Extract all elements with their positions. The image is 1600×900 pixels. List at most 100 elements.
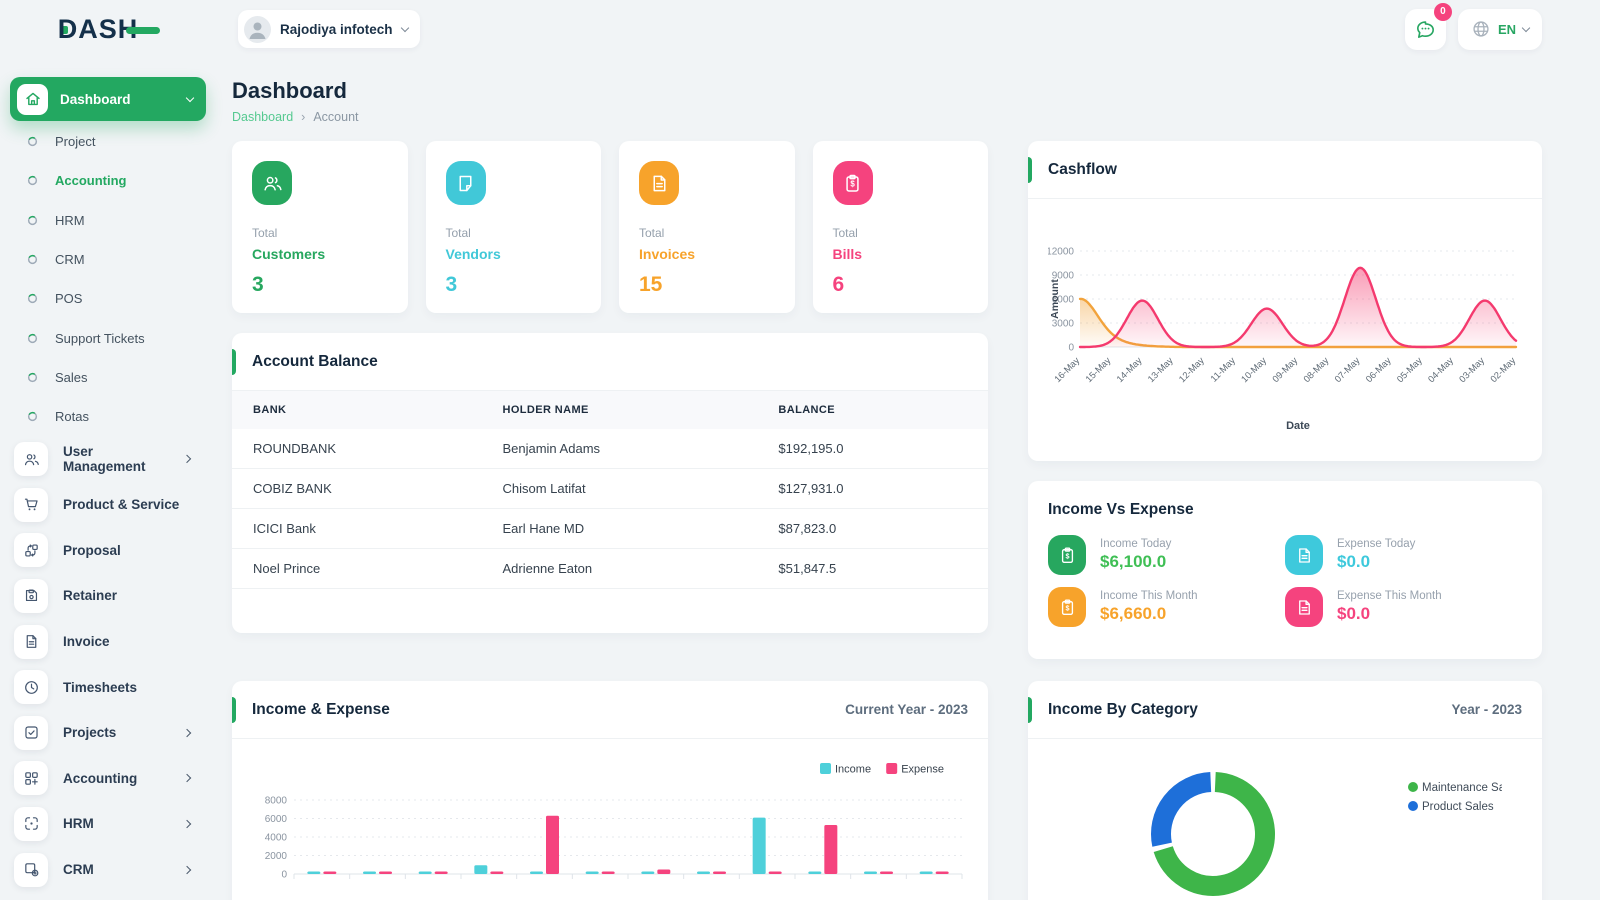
topbar: DASH Rajodiya infotech 0 EN xyxy=(0,0,1600,58)
expense-bar xyxy=(602,872,615,875)
stat-icon-box xyxy=(446,161,486,205)
ive-icon-box xyxy=(1285,535,1323,575)
stat-label: Vendors xyxy=(446,246,582,262)
sidebar-item-user-management[interactable]: User Management xyxy=(0,436,220,482)
cashflow-card: Cashflow 030006000900012000Amount16-May1… xyxy=(1028,141,1542,461)
svg-text:0: 0 xyxy=(281,870,287,881)
stat-label: Customers xyxy=(252,246,388,262)
income-bar xyxy=(697,872,710,875)
messages-button[interactable]: 0 xyxy=(1405,9,1446,50)
chat-icon xyxy=(1414,18,1437,41)
breadcrumb-current: Account xyxy=(313,110,358,124)
table-cell: $127,931.0 xyxy=(757,469,988,509)
svg-text:8000: 8000 xyxy=(265,796,288,807)
sidebar-item-crm[interactable]: CRM xyxy=(0,847,220,893)
expense-bar xyxy=(713,872,726,875)
stat-card-customers: TotalCustomers3 xyxy=(232,141,408,313)
language-selector[interactable]: EN xyxy=(1458,9,1542,50)
expense-bar xyxy=(936,872,949,875)
sidebar-item-timesheets[interactable]: Timesheets xyxy=(0,664,220,710)
sidebar: Dashboard ProjectAccountingHRMCRMPOSSupp… xyxy=(0,58,220,900)
sidebar-subitem-rotas[interactable]: Rotas xyxy=(0,397,220,436)
expense-bar xyxy=(323,872,336,875)
svg-text:$: $ xyxy=(850,179,855,188)
ive-label: Income Today xyxy=(1100,538,1171,550)
svg-text:Expense: Expense xyxy=(901,764,944,776)
svg-text:16-May: 16-May xyxy=(1052,355,1081,384)
sidebar-subitem-label: Support Tickets xyxy=(55,331,145,346)
sidebar-subitem-project[interactable]: Project xyxy=(0,122,220,161)
income-expense-card: Income & Expense Current Year - 2023 Inc… xyxy=(232,681,988,900)
income-expense-bar-chart: IncomeExpense02000400060008000 xyxy=(232,739,988,900)
sidebar-item-invoice[interactable]: Invoice xyxy=(0,619,220,665)
users-icon xyxy=(262,173,283,194)
sidebar-item-projects[interactable]: Projects xyxy=(0,710,220,756)
sidebar-item-label: Product & Service xyxy=(63,497,179,512)
ive-value: $6,100.0 xyxy=(1100,552,1171,572)
stat-value: 3 xyxy=(252,273,388,297)
income-bar xyxy=(753,818,766,874)
sidebar-subitem-support-tickets[interactable]: Support Tickets xyxy=(0,318,220,357)
bullet-donut-icon xyxy=(27,215,38,226)
module-icon-box xyxy=(14,670,48,704)
table-cell: $192,195.0 xyxy=(757,429,988,469)
sidebar-subitem-hrm[interactable]: HRM xyxy=(0,201,220,240)
expense-bar xyxy=(435,872,448,875)
breadcrumb-dashboard-link[interactable]: Dashboard xyxy=(232,110,293,124)
table-cell: Earl Hane MD xyxy=(481,509,757,549)
svg-text:08-May: 08-May xyxy=(1302,355,1331,384)
ive-item-expense-today: Expense Today$0.0 xyxy=(1285,535,1522,575)
stat-card-vendors: TotalVendors3 xyxy=(426,141,602,313)
swap-boxes-icon xyxy=(23,542,40,559)
svg-text:11-May: 11-May xyxy=(1209,355,1238,384)
sidebar-item-label: Timesheets xyxy=(63,680,137,695)
sidebar-subitem-sales[interactable]: Sales xyxy=(0,358,220,397)
ive-icon-box: $ xyxy=(1048,535,1086,575)
sidebar-item-label: Proposal xyxy=(63,543,121,558)
income-bar xyxy=(586,872,599,875)
module-icon-box xyxy=(14,716,48,750)
sidebar-item-label: User Management xyxy=(63,444,169,474)
income-bar xyxy=(530,872,543,875)
stat-top-label: Total xyxy=(639,226,775,240)
svg-text:02-May: 02-May xyxy=(1488,355,1517,384)
expense-bar xyxy=(657,870,670,874)
stat-cards-row: TotalCustomers3TotalVendors3TotalInvoice… xyxy=(232,141,988,313)
table-row: COBIZ BANKChisom Latifat$127,931.0 xyxy=(232,469,988,509)
income-expense-title: Income & Expense xyxy=(252,701,390,719)
main-content: Dashboard Dashboard › Account TotalCusto… xyxy=(220,58,1600,900)
ive-label: Expense Today xyxy=(1337,538,1415,550)
workspace-switcher[interactable]: Rajodiya infotech xyxy=(238,10,420,48)
income-by-category-title: Income By Category xyxy=(1048,701,1198,719)
svg-text:4000: 4000 xyxy=(265,833,288,844)
sidebar-item-product-service[interactable]: Product & Service xyxy=(0,482,220,528)
module-icon-box xyxy=(14,625,48,659)
sidebar-item-accounting[interactable]: Accounting xyxy=(0,756,220,802)
ive-texts: Expense This Month$0.0 xyxy=(1337,590,1442,624)
square-plus-icon xyxy=(23,861,40,878)
table-cell: $87,823.0 xyxy=(757,509,988,549)
sidebar-item-label: Accounting xyxy=(63,771,137,786)
ive-item-expense-this-month: Expense This Month$0.0 xyxy=(1285,587,1522,627)
sidebar-item-proposal[interactable]: Proposal xyxy=(0,528,220,574)
svg-text:Date: Date xyxy=(1286,420,1310,432)
expense-bar xyxy=(379,872,392,875)
page-title: Dashboard xyxy=(232,78,1542,104)
table-cell: ICICI Bank xyxy=(232,509,481,549)
svg-text:13-May: 13-May xyxy=(1146,355,1175,384)
check-square-icon xyxy=(23,724,40,741)
accent-bar xyxy=(1028,697,1032,723)
stat-icon-box xyxy=(639,161,679,205)
sidebar-item-dashboard[interactable]: Dashboard xyxy=(10,77,206,121)
income-expense-period: Current Year - 2023 xyxy=(845,702,968,717)
cashflow-title: Cashflow xyxy=(1048,161,1117,179)
sidebar-item-retainer[interactable]: Retainer xyxy=(0,573,220,619)
accent-bar xyxy=(1028,157,1032,183)
svg-text:06-May: 06-May xyxy=(1364,355,1393,384)
income-by-category-period: Year - 2023 xyxy=(1451,702,1522,717)
sidebar-subitem-accounting[interactable]: Accounting xyxy=(0,161,220,200)
sidebar-subitem-crm[interactable]: CRM xyxy=(0,240,220,279)
sidebar-item-hrm[interactable]: HRM xyxy=(0,801,220,847)
globe-icon xyxy=(1471,19,1491,39)
sidebar-subitem-pos[interactable]: POS xyxy=(0,279,220,318)
